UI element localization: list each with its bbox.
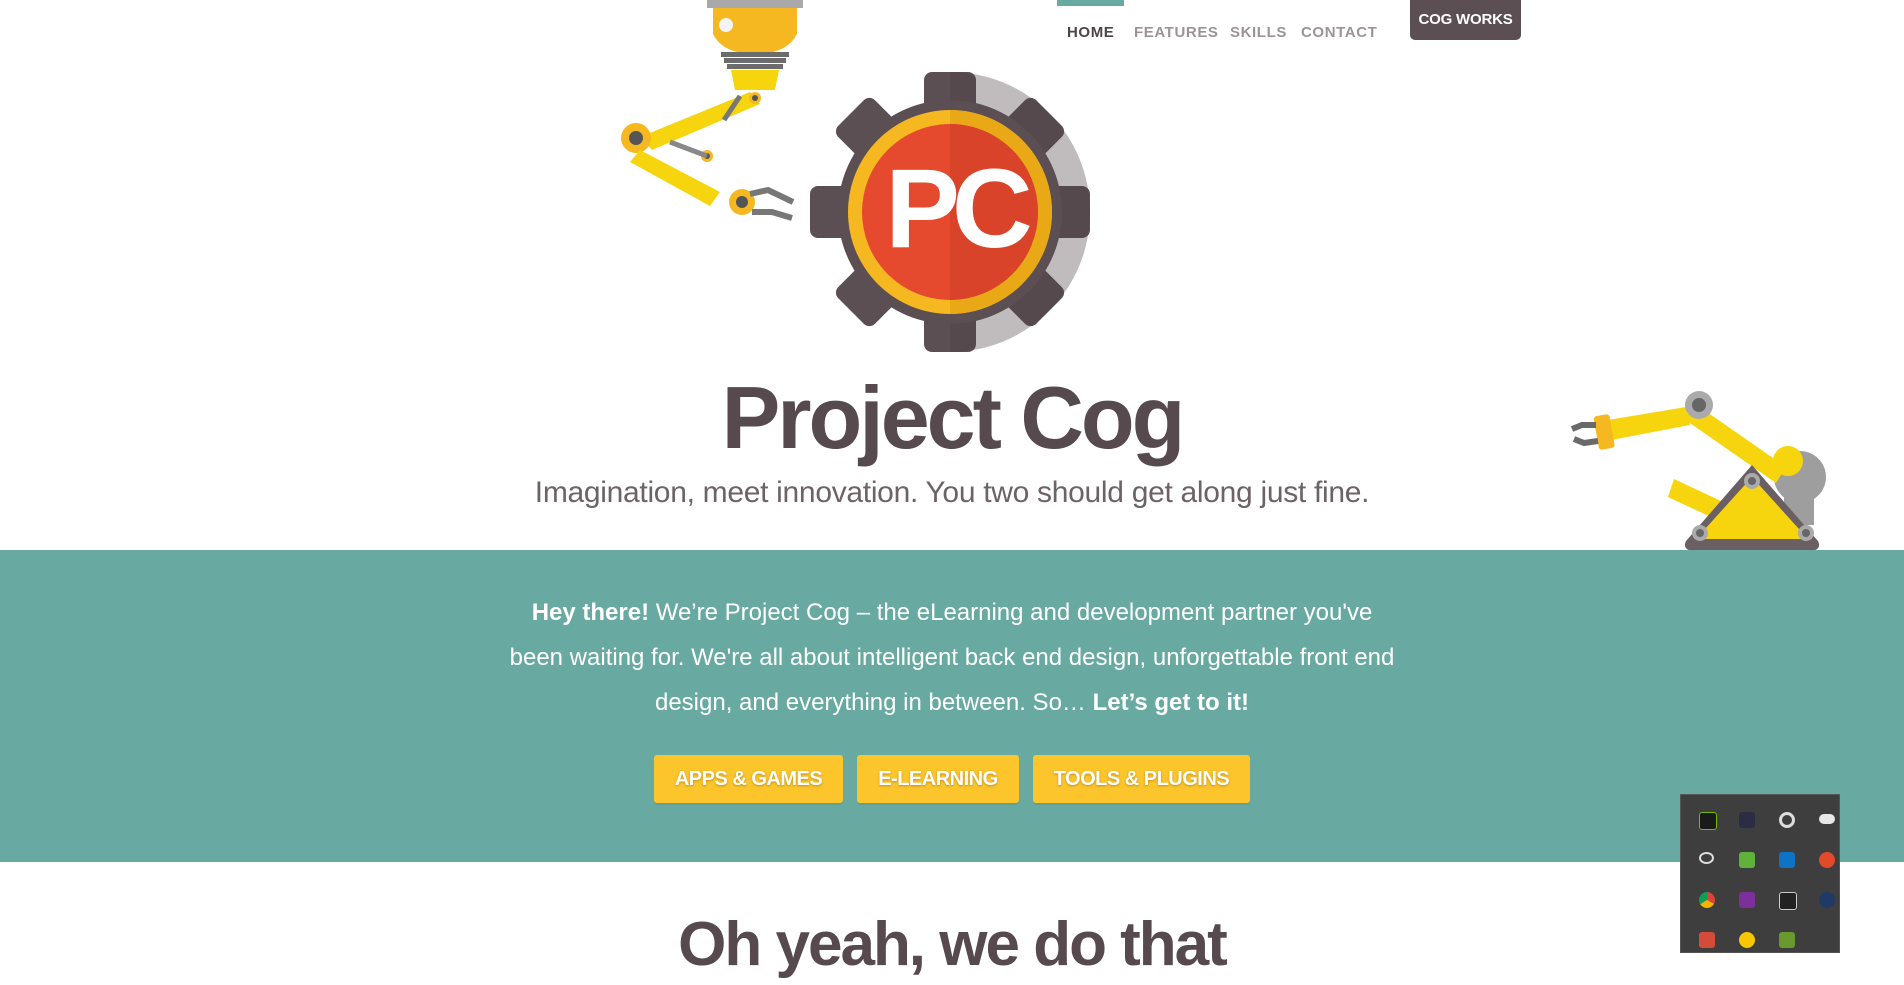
onedrive-icon[interactable] bbox=[1819, 814, 1835, 824]
steam-icon[interactable] bbox=[1819, 892, 1835, 908]
norton-icon[interactable] bbox=[1739, 932, 1755, 948]
intro-closing: Let’s get to it! bbox=[1085, 689, 1250, 716]
creative-cloud-icon[interactable] bbox=[1699, 852, 1714, 864]
minecraft-icon[interactable] bbox=[1779, 932, 1795, 948]
section-title-features: Oh yeah, we do that bbox=[678, 910, 1228, 979]
usb-eject-icon[interactable] bbox=[1699, 932, 1715, 948]
hp-icon[interactable] bbox=[1779, 892, 1797, 910]
system-tray-overflow bbox=[1680, 794, 1840, 953]
outlook-icon[interactable] bbox=[1779, 852, 1795, 868]
intro-text: Hey there! We’re Project Cog – the eLear… bbox=[502, 590, 1402, 725]
e-learning-button[interactable]: E-LEARNING bbox=[857, 755, 1019, 803]
upload-icon[interactable] bbox=[1819, 852, 1835, 868]
nav-active-indicator bbox=[1057, 0, 1124, 6]
project-cog-logo: PC bbox=[810, 72, 1090, 352]
apps-games-button[interactable]: APPS & GAMES bbox=[653, 755, 844, 803]
record-icon[interactable] bbox=[1779, 812, 1795, 828]
intro-lead: Hey there! bbox=[531, 599, 650, 626]
robot-arm-left-illustration bbox=[621, 0, 803, 221]
nav-home[interactable]: HOME bbox=[1067, 24, 1114, 41]
top-nav: HOME FEATURES SKILLS CONTACT COG WORKS bbox=[0, 0, 1904, 60]
evernote-icon[interactable] bbox=[1739, 852, 1755, 868]
chrome-icon[interactable] bbox=[1699, 892, 1715, 908]
onenote-icon[interactable] bbox=[1739, 892, 1755, 908]
category-buttons: APPS & GAMES E-LEARNING TOOLS & PLUGINS bbox=[0, 755, 1904, 803]
nav-contact[interactable]: CONTACT bbox=[1301, 24, 1377, 41]
cog-works-button[interactable]: COG WORKS bbox=[1410, 0, 1521, 40]
logo-letters: PC bbox=[885, 146, 1030, 271]
tools-plugins-button[interactable]: TOOLS & PLUGINS bbox=[1032, 755, 1251, 803]
robot-arm-right-illustration bbox=[1570, 391, 1826, 551]
nvidia-icon[interactable] bbox=[1699, 812, 1717, 830]
nav-features[interactable]: FEATURES bbox=[1134, 24, 1219, 41]
intro-band: Hey there! We’re Project Cog – the eLear… bbox=[0, 550, 1904, 862]
nav-skills[interactable]: SKILLS bbox=[1230, 24, 1287, 41]
bluetooth-icon[interactable] bbox=[1739, 812, 1755, 828]
